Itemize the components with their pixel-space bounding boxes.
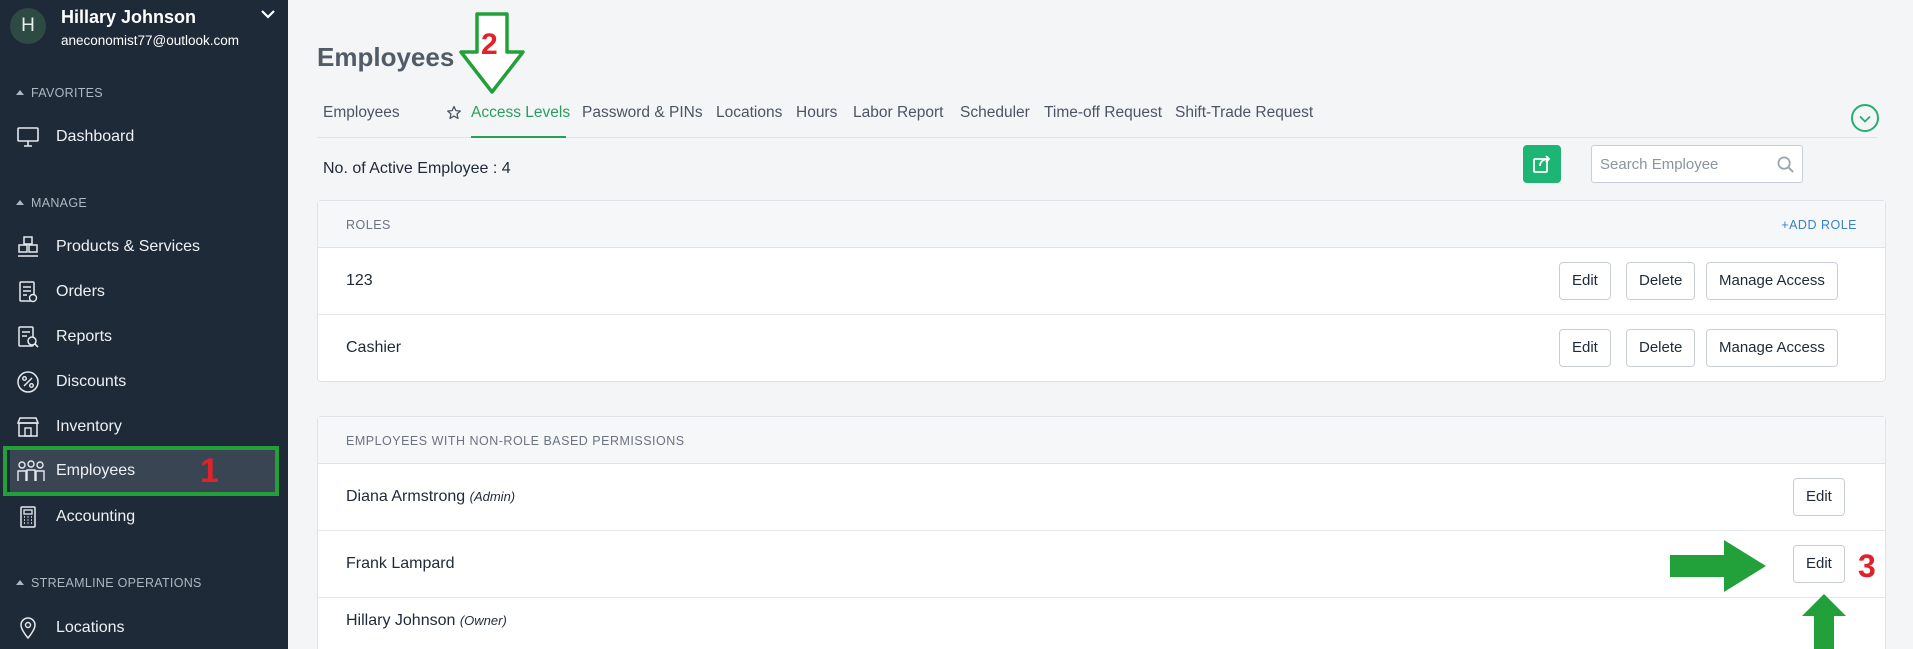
table-row: 123 Edit Delete Manage Access: [318, 248, 1885, 315]
up-arrow-annotation-icon: [1802, 594, 1846, 649]
table-row: Hillary Johnson (Owner): [318, 598, 1885, 649]
sidebar-item-label: Orders: [56, 283, 105, 300]
active-tab-indicator: [471, 136, 566, 138]
sidebar-item-accounting[interactable]: Accounting: [0, 496, 288, 538]
edit-button[interactable]: Edit: [1559, 329, 1611, 367]
collapse-triangle-icon: [16, 580, 24, 585]
chevron-down-icon[interactable]: [258, 4, 278, 24]
page-title: Employees: [317, 42, 455, 72]
sidebar-item-label: Locations: [56, 619, 125, 636]
manage-access-button[interactable]: Manage Access: [1706, 329, 1838, 367]
calculator-icon: [20, 506, 36, 528]
employee-role-tag: (Admin): [469, 489, 516, 504]
sidebar-item-label: Discounts: [56, 373, 127, 390]
role-name: Cashier: [346, 339, 402, 356]
tab-access-levels[interactable]: Access Levels: [471, 104, 570, 122]
table-row: Cashier Edit Delete Manage Access: [318, 315, 1885, 382]
store-icon: [16, 417, 40, 437]
boxes-icon: [18, 236, 38, 257]
user-name: Hillary Johnson: [61, 7, 197, 27]
sidebar-item-label: Employees: [56, 462, 136, 479]
export-button[interactable]: [1523, 145, 1561, 183]
tab-scheduler[interactable]: Scheduler: [960, 104, 1030, 122]
avatar: H: [10, 8, 46, 44]
section-manage[interactable]: MANAGE: [16, 196, 87, 210]
delete-button[interactable]: Delete: [1626, 329, 1696, 367]
percent-icon: [17, 371, 39, 393]
section-streamline-operations[interactable]: STREAMLINE OPERATIONS: [16, 576, 202, 590]
tab-locations[interactable]: Locations: [716, 104, 782, 122]
employee-name-text: Hillary Johnson: [346, 612, 456, 629]
tab-employees[interactable]: Employees: [323, 104, 400, 122]
tab-bar: Employees Access Levels Password & PINs …: [317, 102, 1877, 138]
edit-button[interactable]: Edit: [1559, 262, 1611, 300]
sidebar: H Hillary Johnson aneconomist77@outlook.…: [0, 0, 288, 649]
orders-icon: [19, 281, 38, 303]
delete-button[interactable]: Delete: [1626, 262, 1696, 300]
collapse-triangle-icon: [16, 200, 24, 205]
sidebar-item-label: Accounting: [56, 508, 136, 525]
manage-access-button[interactable]: Manage Access: [1706, 262, 1838, 300]
reports-icon: [18, 326, 39, 348]
add-role-button[interactable]: +ADD ROLE: [1781, 218, 1857, 232]
non-role-title: EMPLOYEES WITH NON-ROLE BASED PERMISSION…: [346, 434, 685, 448]
sidebar-item-discounts[interactable]: Discounts: [0, 361, 288, 403]
map-pin-icon: [20, 617, 36, 640]
active-employee-count: No. of Active Employee : 4: [323, 160, 511, 177]
search-icon[interactable]: [1776, 155, 1795, 174]
roles-header: ROLES +ADD ROLE: [318, 201, 1885, 248]
employee-name-text: Diana Armstrong: [346, 488, 466, 505]
sidebar-item-locations[interactable]: Locations: [0, 607, 288, 649]
section-favorites[interactable]: FAVORITES: [16, 86, 103, 100]
collapse-triangle-icon: [16, 90, 24, 95]
sidebar-item-reports[interactable]: Reports: [0, 316, 288, 358]
step-2-annotation: 2: [481, 28, 498, 61]
table-row: Diana Armstrong (Admin) Edit: [318, 464, 1885, 531]
employee-role-tag: (Owner): [459, 613, 507, 628]
sidebar-item-label: Dashboard: [56, 128, 135, 145]
sidebar-item-label: Inventory: [56, 418, 122, 435]
edit-button[interactable]: Edit: [1793, 478, 1845, 516]
user-menu[interactable]: H Hillary Johnson aneconomist77@outlook.…: [0, 0, 288, 56]
sidebar-item-products-services[interactable]: Products & Services: [0, 226, 288, 268]
monitor-icon: [17, 127, 39, 147]
roles-card: ROLES +ADD ROLE 123 Edit Delete Manage A…: [317, 200, 1886, 382]
tab-time-off-request[interactable]: Time-off Request: [1044, 104, 1162, 122]
tab-labor-report[interactable]: Labor Report: [853, 104, 943, 122]
main-content: Employees 2 Employees Access Levels Pass…: [288, 0, 1913, 649]
non-role-permissions-card: EMPLOYEES WITH NON-ROLE BASED PERMISSION…: [317, 416, 1886, 649]
search-input[interactable]: Search Employee: [1591, 145, 1803, 183]
star-icon[interactable]: [446, 105, 462, 121]
collapse-button[interactable]: [1851, 104, 1879, 132]
employee-name: Frank Lampard: [346, 555, 455, 572]
tab-hours[interactable]: Hours: [796, 104, 837, 122]
edit-button[interactable]: Edit: [1793, 545, 1845, 583]
sidebar-item-employees[interactable]: Employees: [3, 446, 279, 496]
tab-shift-trade-request[interactable]: Shift-Trade Request: [1175, 104, 1313, 122]
tab-password-pins[interactable]: Password & PINs: [582, 104, 703, 122]
sidebar-item-dashboard[interactable]: Dashboard: [0, 116, 288, 158]
employee-name: Diana Armstrong (Admin): [346, 488, 515, 506]
step-3-annotation: 3: [1858, 548, 1876, 584]
sidebar-item-inventory[interactable]: Inventory: [0, 406, 288, 448]
step-1-annotation: 1: [200, 452, 219, 490]
roles-title: ROLES: [346, 218, 391, 232]
table-row: Frank Lampard Edit: [318, 531, 1885, 598]
section-label: STREAMLINE OPERATIONS: [31, 576, 202, 590]
right-arrow-annotation-icon: [1670, 540, 1766, 592]
chevron-down-icon: [1859, 115, 1871, 123]
search-placeholder: Search Employee: [1600, 156, 1719, 173]
non-role-header: EMPLOYEES WITH NON-ROLE BASED PERMISSION…: [318, 417, 1885, 464]
share-icon: [1533, 155, 1551, 173]
sidebar-item-orders[interactable]: Orders: [0, 271, 288, 313]
sidebar-item-label: Reports: [56, 328, 113, 345]
employee-name: Hillary Johnson (Owner): [346, 612, 507, 630]
role-name: 123: [346, 272, 373, 289]
section-label: MANAGE: [31, 196, 87, 210]
user-email: aneconomist77@outlook.com: [61, 33, 240, 48]
section-label: FAVORITES: [31, 86, 103, 100]
sidebar-item-label: Products & Services: [56, 238, 201, 255]
people-icon: [17, 460, 45, 481]
